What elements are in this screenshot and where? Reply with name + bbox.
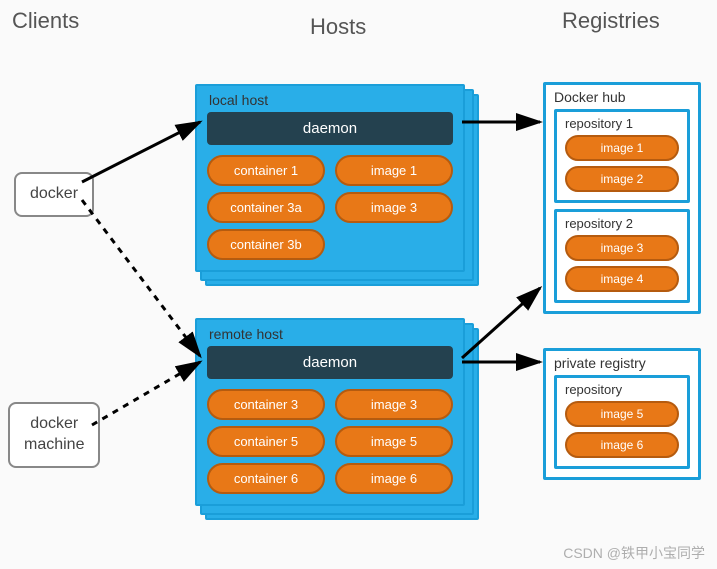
local-daemon: daemon	[207, 112, 453, 145]
image-pill: image 5	[335, 426, 453, 457]
repo-title: repository	[565, 382, 679, 397]
client-docker-machine: docker machine	[8, 402, 100, 468]
remote-host-panel: remote host daemon container 3 image 3 c…	[195, 318, 465, 506]
image-pill: image 1	[335, 155, 453, 186]
repo-title: repository 2	[565, 216, 679, 231]
image-pill: image 4	[565, 266, 679, 292]
image-pill: image 3	[335, 389, 453, 420]
docker-hub-title: Docker hub	[554, 89, 690, 105]
image-pill: image 2	[565, 166, 679, 192]
container-pill: container 3b	[207, 229, 325, 260]
repo-box: repository 1 image 1 image 2	[554, 109, 690, 203]
remote-host-title: remote host	[207, 326, 453, 342]
container-pill: container 6	[207, 463, 325, 494]
image-pill: image 6	[335, 463, 453, 494]
repo-box: repository image 5 image 6	[554, 375, 690, 469]
container-pill: container 1	[207, 155, 325, 186]
repo-box: repository 2 image 3 image 4	[554, 209, 690, 303]
remote-daemon: daemon	[207, 346, 453, 379]
image-pill: image 3	[565, 235, 679, 261]
local-host-title: local host	[207, 92, 453, 108]
container-pill: container 5	[207, 426, 325, 457]
image-pill: image 1	[565, 135, 679, 161]
repo-title: repository 1	[565, 116, 679, 131]
container-pill: container 3a	[207, 192, 325, 223]
private-registry-title: private registry	[554, 355, 690, 371]
header-clients: Clients	[12, 8, 79, 34]
container-pill: container 3	[207, 389, 325, 420]
image-pill: image 3	[335, 192, 453, 223]
docker-hub-panel: Docker hub repository 1 image 1 image 2 …	[543, 82, 701, 314]
client-docker: docker	[14, 172, 94, 217]
watermark: CSDN @铁甲小宝同学	[563, 543, 705, 563]
image-pill: image 5	[565, 401, 679, 427]
local-host-panel: local host daemon container 1 image 1 co…	[195, 84, 465, 272]
header-hosts: Hosts	[310, 14, 366, 40]
header-registries: Registries	[562, 8, 660, 34]
image-pill: image 6	[565, 432, 679, 458]
private-registry-panel: private registry repository image 5 imag…	[543, 348, 701, 480]
